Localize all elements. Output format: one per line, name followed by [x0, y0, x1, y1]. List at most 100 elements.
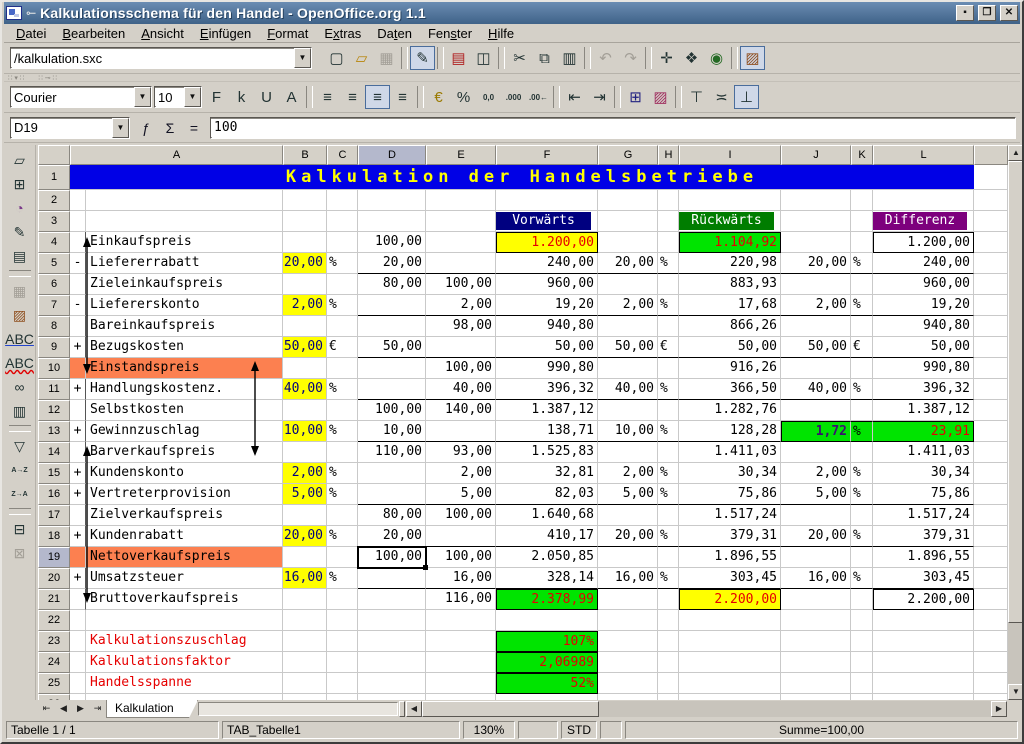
cell-A14[interactable]: Barverkaufspreis	[86, 442, 283, 463]
cell-C13[interactable]: %	[327, 421, 358, 442]
cell-A8[interactable]: Bareinkaufspreis	[86, 316, 283, 337]
cell-K12[interactable]	[851, 400, 873, 421]
cell-sign-A10[interactable]	[70, 358, 86, 379]
decrease-indent-icon[interactable]: ⇤	[562, 85, 587, 109]
row-header-2[interactable]: 2	[38, 190, 70, 211]
redo-icon[interactable]: ↷	[618, 46, 643, 70]
cell-C9[interactable]: €	[327, 337, 358, 358]
cell-J6[interactable]	[781, 274, 851, 295]
row-header-6[interactable]: 6	[38, 274, 70, 295]
horizontal-scrollbar[interactable]: ◀ ▶	[406, 701, 1007, 717]
cell-I24[interactable]	[679, 652, 781, 673]
cell-D7[interactable]	[358, 295, 426, 316]
cell-F13[interactable]: 138,71	[496, 421, 598, 442]
cell-sign-A17[interactable]	[70, 505, 86, 526]
scroll-right-icon[interactable]: ▶	[991, 701, 1007, 717]
cell-F18[interactable]: 410,17	[496, 526, 598, 547]
cell-C22[interactable]	[327, 610, 358, 631]
cell-J10[interactable]	[781, 358, 851, 379]
window-pin-icon[interactable]: ⊸	[26, 7, 36, 19]
cell-F23[interactable]: 107%	[496, 631, 598, 652]
row-header-20[interactable]: 20	[38, 568, 70, 589]
cell-B17[interactable]	[283, 505, 327, 526]
menu-einfgen[interactable]: Einfügen	[192, 25, 259, 42]
chevron-down-icon[interactable]: ▼	[134, 87, 151, 107]
cell-H8[interactable]	[658, 316, 679, 337]
autoformat-icon[interactable]: ▦	[7, 279, 33, 303]
cell-C5[interactable]: %	[327, 253, 358, 274]
align-justify-icon[interactable]: ≡	[390, 85, 415, 109]
cell-B6[interactable]	[283, 274, 327, 295]
cell-C21[interactable]	[327, 589, 358, 610]
cell-L6[interactable]: 960,00	[873, 274, 974, 295]
column-header-G[interactable]: G	[598, 145, 658, 165]
cell-A12[interactable]: Selbstkosten	[86, 400, 283, 421]
font-size-combo[interactable]: ▼	[154, 86, 202, 108]
cell-E3[interactable]	[426, 211, 496, 232]
cell-D24[interactable]	[358, 652, 426, 673]
cell-H25[interactable]	[658, 673, 679, 694]
scroll-down-icon[interactable]: ▼	[1008, 684, 1024, 700]
row-header-12[interactable]: 12	[38, 400, 70, 421]
cell-A25[interactable]: Handelsspanne	[86, 673, 283, 694]
cell-K11[interactable]: %	[851, 379, 873, 400]
cell-F15[interactable]: 32,81	[496, 463, 598, 484]
cell-J13[interactable]: 1,72	[781, 421, 851, 442]
cell-A16[interactable]: Vertreterprovision	[86, 484, 283, 505]
title-bar[interactable]: ⊸ Kalkulationsschema für den Handel - Op…	[4, 2, 1020, 24]
cell-F20[interactable]: 328,14	[496, 568, 598, 589]
cell-K13[interactable]: %	[851, 421, 873, 442]
cell-G23[interactable]	[598, 631, 658, 652]
align-top-icon[interactable]: ⊤	[684, 85, 709, 109]
cell-K3[interactable]	[851, 211, 873, 232]
cell-L3[interactable]: Differenz	[873, 211, 974, 232]
ungroup-icon[interactable]: ⊠	[7, 541, 33, 565]
column-header-D[interactable]: D	[358, 145, 426, 165]
cell-B25[interactable]	[283, 673, 327, 694]
cell-H6[interactable]	[658, 274, 679, 295]
insert-object-icon[interactable]: ◔	[7, 196, 33, 220]
cell-E12[interactable]: 140,00	[426, 400, 496, 421]
cell-B21[interactable]	[283, 589, 327, 610]
cell-J24[interactable]	[781, 652, 851, 673]
cell-L16[interactable]: 75,86	[873, 484, 974, 505]
cell-L21[interactable]: 2.200,00	[873, 589, 974, 610]
cell-G13[interactable]: 10,00	[598, 421, 658, 442]
cell-E6[interactable]: 100,00	[426, 274, 496, 295]
cell-G19[interactable]	[598, 547, 658, 568]
number-format-percent-icon[interactable]: %	[451, 85, 476, 109]
cell-A9[interactable]: Bezugskosten	[86, 337, 283, 358]
draw-functions-icon[interactable]: ✎	[7, 220, 33, 244]
cell-B16[interactable]: 5,00	[283, 484, 327, 505]
autofilter-icon[interactable]: ▽	[7, 434, 33, 458]
cell-L5[interactable]: 240,00	[873, 253, 974, 274]
menu-fenster[interactable]: Fenster	[420, 25, 480, 42]
cell-J22[interactable]	[781, 610, 851, 631]
cell-B3[interactable]	[283, 211, 327, 232]
maximize-button[interactable]: ❐	[978, 5, 996, 21]
save-icon[interactable]: ▦	[374, 46, 399, 70]
cell-E5[interactable]	[426, 253, 496, 274]
title-banner-cell[interactable]: Kalkulation der Handelsbetriebe	[70, 165, 974, 190]
cell-F9[interactable]: 50,00	[496, 337, 598, 358]
cell-I3[interactable]: Rückwärts	[679, 211, 781, 232]
cell-sign-A3[interactable]	[70, 211, 86, 232]
cell-B23[interactable]	[283, 631, 327, 652]
cell-F25[interactable]: 52%	[496, 673, 598, 694]
cell-I18[interactable]: 379,31	[679, 526, 781, 547]
cell-L18[interactable]: 379,31	[873, 526, 974, 547]
cell-K22[interactable]	[851, 610, 873, 631]
borders-icon[interactable]: ⊞	[623, 85, 648, 109]
cell-I4[interactable]: 1.104,92	[679, 232, 781, 253]
cell-H15[interactable]: %	[658, 463, 679, 484]
cell-G8[interactable]	[598, 316, 658, 337]
cell-sign-A11[interactable]: +	[70, 379, 86, 400]
cell-E7[interactable]: 2,00	[426, 295, 496, 316]
cell-L17[interactable]: 1.517,24	[873, 505, 974, 526]
cell-J3[interactable]	[781, 211, 851, 232]
cell-H14[interactable]	[658, 442, 679, 463]
row-header-4[interactable]: 4	[38, 232, 70, 253]
menu-ansicht[interactable]: Ansicht	[133, 25, 192, 42]
menu-extras[interactable]: Extras	[316, 25, 369, 42]
cell-A17[interactable]: Zielverkaufspreis	[86, 505, 283, 526]
